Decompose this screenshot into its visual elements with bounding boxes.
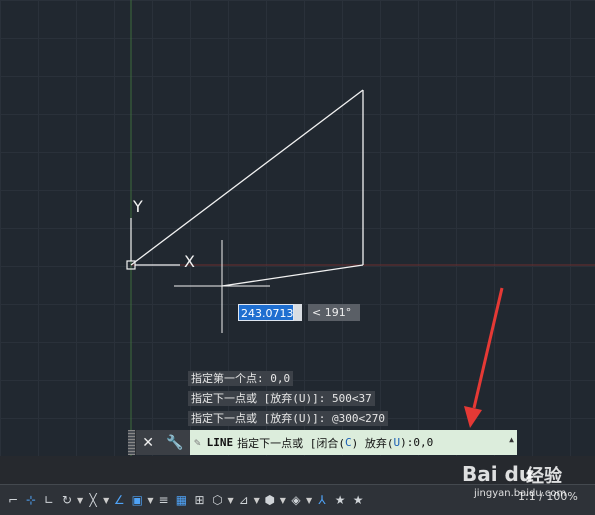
ortho-mode-icon[interactable]: ∟ [42, 489, 56, 511]
drawing-area: Y X [126, 0, 595, 456]
command-name: LINE [206, 436, 234, 449]
dynamic-ucs-icon[interactable]: ▣ [130, 489, 144, 511]
command-prompt-end: ): [400, 436, 414, 449]
baidu-logo: Bai du [462, 462, 534, 486]
ucs-toggle-dropdown-icon[interactable]: ▼ [254, 496, 260, 505]
dynamic-input-angle[interactable]: < 191° [308, 304, 360, 321]
option-close[interactable]: C [345, 436, 352, 449]
grid-display-icon[interactable]: ⊹ [24, 489, 38, 511]
baidu-url: jingyan.baidu.com [474, 488, 567, 499]
3d-osnap-dropdown-icon[interactable]: ▼ [227, 496, 233, 505]
ucs-x-label: X [184, 252, 195, 271]
annotation-arrowhead-icon [464, 406, 482, 428]
history-up-icon[interactable]: ▲ [509, 435, 514, 444]
dynamic-input-distance-tail [294, 304, 302, 321]
baidu-jingyan-text: 经验 [526, 466, 562, 487]
auto-scale-icon[interactable]: ★ [351, 489, 365, 511]
osnap-dropdown-icon[interactable]: ▼ [103, 496, 109, 505]
annotation-visibility-icon[interactable]: ★ [333, 489, 347, 511]
transparency-icon[interactable]: ▦ [174, 489, 188, 511]
polar-tracking-icon[interactable]: ↻ [60, 489, 74, 511]
dynamic-ucs-toggle-icon[interactable]: ⊿ [237, 489, 251, 511]
annotation-scale-icon[interactable]: ⅄ [315, 489, 329, 511]
command-history-line-2: 指定下一点或 [放弃(U)]: 500<37 [188, 391, 375, 406]
rubber-band-line [221, 264, 364, 287]
annotation-arrow-icon [472, 287, 504, 409]
selection-cycling-icon[interactable]: ⊞ [192, 489, 206, 511]
command-input[interactable]: ✎ LINE 指定下一点或 [闭合(C) 放弃(U): 0,0 ▲ [190, 430, 517, 455]
baidu-watermark: Bai du 经验 jingyan.baidu.com [452, 458, 592, 504]
gizmo-dropdown-icon[interactable]: ▼ [280, 496, 286, 505]
ucs-dropdown-icon[interactable]: ▼ [147, 496, 153, 505]
option-undo[interactable]: U [394, 436, 401, 449]
3d-osnap-icon[interactable]: ⬡ [210, 489, 224, 511]
command-prompt-mid: ) 放弃( [351, 436, 394, 450]
pencil-icon: ✎ [194, 436, 201, 449]
isodraft-icon[interactable]: ∠ [112, 489, 126, 511]
gizmo-icon[interactable]: ⬢ [263, 489, 277, 511]
line-segment-1[interactable] [130, 89, 364, 266]
dynamic-input-distance[interactable]: 243.0713 [238, 304, 294, 321]
ucs-y-label: Y [132, 197, 143, 216]
command-history-line-3: 指定下一点或 [放弃(U)]: @300<270 [188, 411, 388, 426]
model-space-canvas[interactable]: Y X 243.0713 < 191° 指定第一个点: 0,0 指定下一点或 [… [0, 0, 595, 456]
command-line: ✕ 🔧 ✎ LINE 指定下一点或 [闭合(C) 放弃(U): 0,0 ▲ [128, 430, 517, 455]
model-paper-toggle-icon[interactable]: ⌐ [6, 489, 20, 511]
command-line-buttons: ✕ 🔧 [136, 430, 190, 455]
lineweight-icon[interactable]: ≡ [156, 489, 170, 511]
command-line-grip[interactable] [128, 430, 136, 455]
command-prompt: 指定下一点或 [闭合( [237, 436, 345, 450]
command-value: 0,0 [413, 436, 434, 449]
isolate-dropdown-icon[interactable]: ▼ [306, 496, 312, 505]
object-snap-icon[interactable]: ╳ [86, 489, 100, 511]
command-history-line-1: 指定第一个点: 0,0 [188, 371, 294, 386]
wrench-icon[interactable]: 🔧 [166, 435, 183, 451]
isolate-icon[interactable]: ◈ [289, 489, 303, 511]
close-icon[interactable]: ✕ [142, 435, 154, 451]
polar-dropdown-icon[interactable]: ▼ [77, 496, 83, 505]
